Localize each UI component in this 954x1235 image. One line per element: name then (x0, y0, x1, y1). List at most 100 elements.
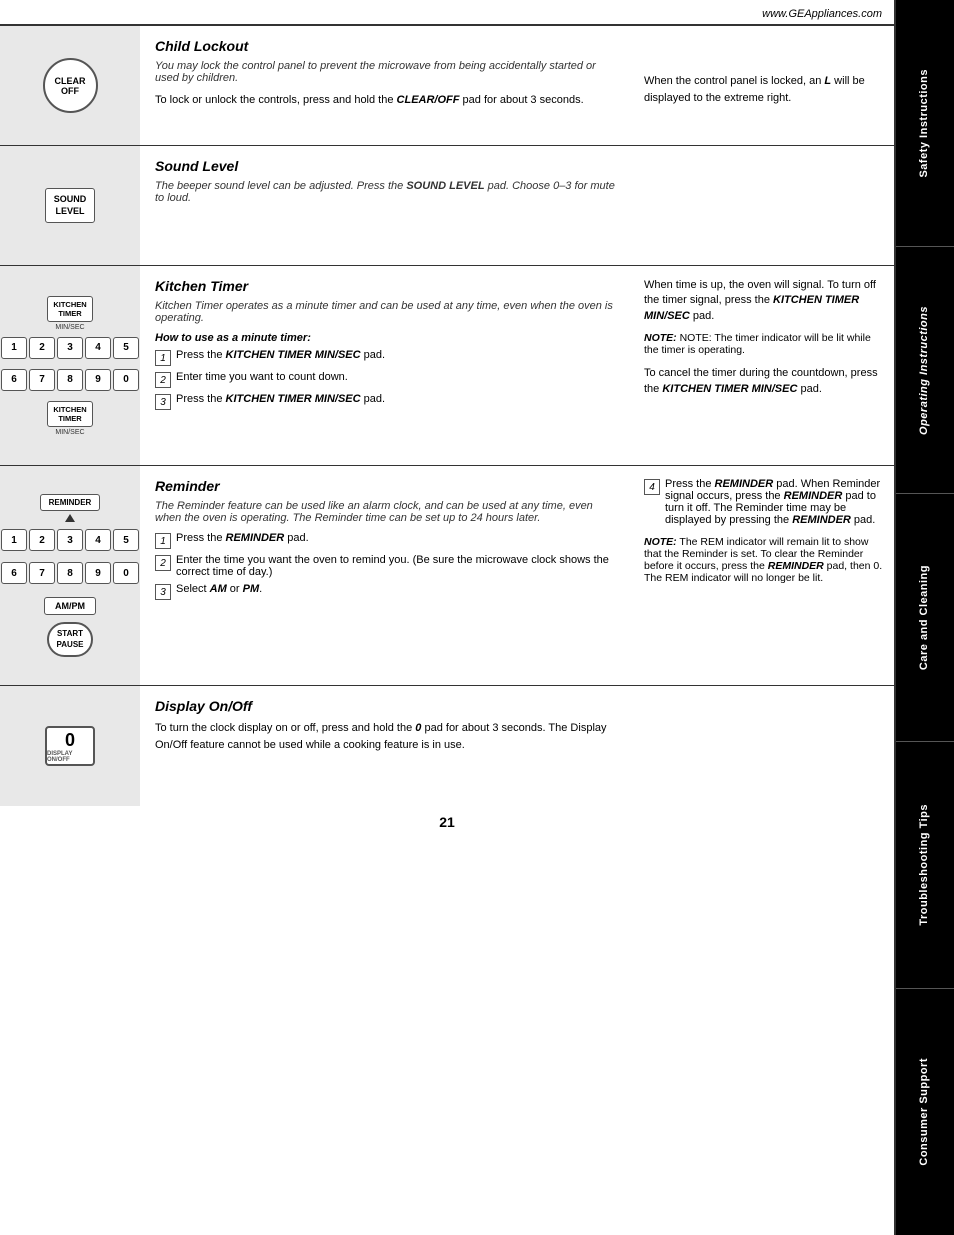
r-num-4: 4 (85, 529, 111, 551)
kitchen-timer-intro: Kitchen Timer operates as a minute timer… (155, 300, 619, 324)
child-lockout-body: Child Lockout You may lock the control p… (140, 26, 634, 145)
sidebar-item-safety[interactable]: Safety Instructions (896, 0, 954, 247)
display-zero-button: 0 DISPLAY ON/OFF (45, 726, 95, 766)
r-num-0: 0 (113, 562, 139, 584)
kt-step1-bold: KITCHEN TIMER MIN/SEC (226, 349, 361, 361)
cl-right-text: When the control panel is locked, an L w… (644, 38, 884, 106)
how-to-label: How to use as a minute timer: (155, 332, 619, 344)
website-url: www.GEAppliances.com (762, 8, 882, 20)
cl-bold: CLEAR/OFF (397, 94, 460, 106)
kt-note-label: NOTE: (644, 332, 677, 344)
rn-bold: REMINDER (768, 560, 824, 572)
num-9: 9 (85, 369, 111, 391)
clear-label: CLEAR (55, 76, 86, 86)
r-pm: PM (243, 583, 260, 595)
r-step-text-2: Enter the time you want the oven to remi… (176, 554, 619, 578)
reminder-note: NOTE: The REM indicator will remain lit … (644, 536, 884, 584)
kitchen-timer-right: When time is up, the oven will signal. T… (634, 266, 894, 465)
section-display-onoff: 0 DISPLAY ON/OFF Display On/Off To turn … (0, 686, 894, 806)
reminder-step-3: 3 Select AM or PM. (155, 583, 619, 600)
kitchen-timer-icon-area: KITCHEN TIMER MIN/SEC 1 2 3 4 5 6 7 8 (0, 266, 140, 465)
do-text1: To turn the clock display on or off, pre… (155, 722, 415, 734)
display-onoff-text: To turn the clock display on or off, pre… (155, 720, 619, 753)
child-lockout-intro: You may lock the control panel to preven… (155, 60, 619, 84)
kitchen-timer-body: Kitchen Timer Kitchen Timer operates as … (140, 266, 634, 465)
r-step4-bold3: REMINDER (792, 514, 851, 526)
reminder-step-2: 2 Enter the time you want the oven to re… (155, 554, 619, 578)
sound-level-right (634, 146, 894, 265)
reminder-step-1: 1 Press the REMINDER pad. (155, 532, 619, 549)
num-grid-row2: 6 7 8 9 0 (1, 369, 139, 391)
cl-right1: When the control panel is locked, an (644, 75, 824, 87)
r-num-8: 8 (57, 562, 83, 584)
sl-intro: The beeper sound level can be adjusted. … (155, 180, 406, 192)
step-text-1: Press the KITCHEN TIMER MIN/SEC pad. (176, 349, 619, 361)
display-sub-label: DISPLAY ON/OFF (47, 751, 93, 763)
sound-label: SOUND (54, 194, 87, 206)
r-am: AM (210, 583, 227, 595)
num-1: 1 (1, 337, 27, 359)
sidebar-item-operating[interactable]: Operating Instructions (896, 247, 954, 494)
kt-minsec-top: MIN/SEC (55, 324, 84, 331)
kt-step3-bold: KITCHEN TIMER MIN/SEC (226, 393, 361, 405)
kt-minsec-bottom: MIN/SEC (55, 429, 84, 436)
kt-rn2-bold: KITCHEN TIMER MIN/SEC (662, 383, 797, 395)
display-onoff-body: Display On/Off To turn the clock display… (140, 686, 634, 806)
kt-note-text: NOTE: The timer indicator will be lit wh… (644, 332, 871, 356)
page-wrapper: www.GEAppliances.com CLEAR OFF Child Loc… (0, 0, 954, 1235)
child-lockout-right: When the control panel is locked, an L w… (634, 26, 894, 145)
num-3: 3 (57, 337, 83, 359)
sound-level-title: Sound Level (155, 158, 619, 174)
sidebar-label-consumer: Consumer Support (918, 1058, 931, 1166)
num-6: 6 (1, 369, 27, 391)
r-step-text-1: Press the REMINDER pad. (176, 532, 619, 544)
r-step-text-3: Select AM or PM. (176, 583, 619, 595)
sidebar-label-operating: Operating Instructions (918, 306, 931, 435)
r-num-3: 3 (57, 529, 83, 551)
reminder-body: Reminder The Reminder feature can be use… (140, 466, 634, 685)
reminder-right: 4 Press the REMINDER pad. When Reminder … (634, 466, 894, 685)
sidebar-label-safety: Safety Instructions (918, 69, 931, 178)
r-num-2: 2 (29, 529, 55, 551)
display-onoff-icon-area: 0 DISPLAY ON/OFF (0, 686, 140, 806)
child-lockout-icon-area: CLEAR OFF (0, 26, 140, 145)
display-onoff-right (634, 686, 894, 806)
reminder-label: REMINDER (40, 494, 101, 511)
r-step-text-4: Press the REMINDER pad. When Reminder si… (665, 478, 884, 526)
section-kitchen-timer: KITCHEN TIMER MIN/SEC 1 2 3 4 5 6 7 8 (0, 266, 894, 466)
kitchen-timer-visual: KITCHEN TIMER MIN/SEC 1 2 3 4 5 6 7 8 (1, 296, 139, 436)
level-label: LEVEL (54, 206, 87, 218)
step-num-3: 3 (155, 394, 171, 410)
sidebar: Safety Instructions Operating Instructio… (896, 0, 954, 1235)
kt-rn1b: pad. (690, 310, 714, 322)
num-grid-row1: 1 2 3 4 5 (1, 337, 139, 359)
sidebar-item-troubleshooting[interactable]: Troubleshooting Tips (896, 742, 954, 989)
section-reminder: REMINDER 1 2 3 4 5 6 7 8 9 0 (0, 466, 894, 686)
am-pm-button[interactable]: AM/PM (44, 597, 96, 615)
kt-note: NOTE: NOTE: The timer indicator will be … (644, 332, 884, 356)
num-5: 5 (113, 337, 139, 359)
main-content: www.GEAppliances.com CLEAR OFF Child Loc… (0, 0, 896, 1235)
reminder-intro: The Reminder feature can be used like an… (155, 500, 619, 524)
r-step-num-1: 1 (155, 533, 171, 549)
num-7: 7 (29, 369, 55, 391)
sidebar-label-troubleshooting: Troubleshooting Tips (918, 804, 931, 926)
sidebar-item-care[interactable]: Care and Cleaning (896, 494, 954, 741)
display-onoff-title: Display On/Off (155, 698, 619, 714)
pause-label: PAUSE (57, 640, 84, 650)
start-pause-button[interactable]: START PAUSE (47, 622, 94, 657)
kitchen-timer-title: Kitchen Timer (155, 278, 619, 294)
section-child-lockout: CLEAR OFF Child Lockout You may lock the… (0, 26, 894, 146)
cl-text1: To lock or unlock the controls, press an… (155, 94, 397, 106)
num-2: 2 (29, 337, 55, 359)
page-number: 21 (0, 806, 894, 838)
cl-text2: pad for about 3 seconds. (459, 94, 583, 106)
num-8: 8 (57, 369, 83, 391)
kt-right-note1: When time is up, the oven will signal. T… (644, 278, 884, 324)
kt-rn2b: pad. (797, 383, 821, 395)
r-step-num-4: 4 (644, 479, 660, 495)
kt-step-2: 2 Enter time you want to count down. (155, 371, 619, 388)
display-zero-label: 0 (65, 730, 75, 751)
website-header: www.GEAppliances.com (0, 0, 894, 26)
sidebar-item-consumer[interactable]: Consumer Support (896, 989, 954, 1235)
